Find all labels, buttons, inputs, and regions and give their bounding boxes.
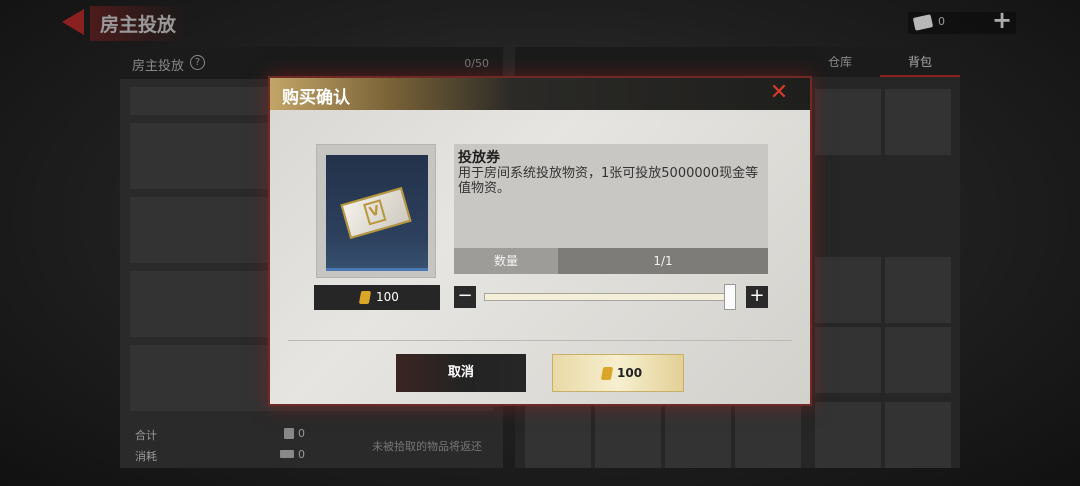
inventory-cell[interactable] [885,327,951,393]
inventory-cell[interactable] [815,257,881,323]
back-arrow-icon[interactable] [62,9,84,35]
inventory-cell[interactable] [595,402,661,468]
item-name: 投放券 [458,150,500,166]
return-note: 未被拾取的物品将返还 [372,440,482,453]
item-price-value: 100 [376,290,399,304]
quantity-slider[interactable] [484,293,736,301]
inventory-tabs: 仓库 背包 [515,47,960,77]
add-currency-button[interactable]: + [992,8,1012,32]
item-description: 用于房间系统投放物资，1张可投放5000000现金等值物资。 [458,166,759,196]
top-bar: 房主投放 0 + [0,0,1080,44]
drop-ticket-icon: V [340,186,412,240]
inventory-cell[interactable] [815,89,881,155]
cash-icon [280,450,294,458]
ticket-icon [284,428,294,439]
slider-handle[interactable] [724,284,736,310]
drop-panel-title: 房主投放 [132,59,185,74]
increase-quantity-button[interactable]: + [746,286,768,308]
item-price: 100 [314,285,440,310]
inventory-cell[interactable] [665,402,731,468]
page-title: 房主投放 [90,6,187,41]
cancel-button[interactable]: 取消 [396,354,526,392]
close-icon[interactable]: ✕ [768,82,790,105]
inventory-cell[interactable] [885,89,951,155]
help-icon[interactable]: ? [190,55,205,70]
drop-panel-header: 房主投放 ? 0/50 [120,47,503,79]
drop-capacity: 0/50 [464,57,489,70]
inventory-cell[interactable] [735,402,801,468]
quantity-row: 数量 1/1 [454,248,768,274]
item-image: V [326,155,428,271]
dialog-title: 购买确认 [282,88,350,108]
consume-label: 消耗 [135,450,157,463]
inventory-cell[interactable] [885,257,951,323]
ticket-icon [912,14,934,31]
inventory-cell[interactable] [815,327,881,393]
coupon-icon [600,367,614,380]
quantity-value: 1/1 [558,248,768,274]
purchase-confirm-dialog: 购买确认 ✕ V 100 投放券 用于房间系统投放物资，1张可投放5000000… [268,76,812,406]
coupon-icon [358,291,372,304]
slider-fill [485,294,735,300]
tab-backpack[interactable]: 背包 [880,47,960,77]
confirm-price: 100 [617,366,643,380]
tab-warehouse[interactable]: 仓库 [800,47,880,77]
total-value: 0 [298,427,305,440]
confirm-purchase-button[interactable]: 100 [552,354,684,392]
item-description-box: 投放券 用于房间系统投放物资，1张可投放5000000现金等值物资。 [454,144,768,248]
inventory-cell[interactable] [885,402,951,468]
currency-value: 0 [938,15,945,28]
item-thumbnail: V [316,144,436,278]
inventory-cell[interactable] [815,402,881,468]
total-label: 合计 [135,429,157,442]
ticket-mark: V [363,199,387,226]
inventory-cell[interactable] [525,402,591,468]
dialog-header: 购买确认 ✕ [270,78,810,110]
dialog-divider [288,340,792,341]
consume-value: 0 [298,448,305,461]
quantity-label: 数量 [454,248,558,274]
decrease-quantity-button[interactable]: − [454,286,476,308]
